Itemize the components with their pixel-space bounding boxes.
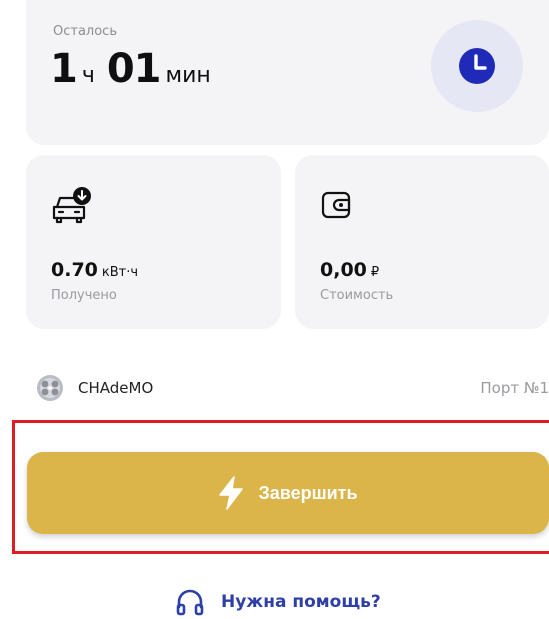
help-label: Нужна помощь? (221, 592, 381, 612)
connector-name: CHAdeMO (78, 379, 154, 397)
help-link[interactable]: Нужна помощь? (175, 588, 381, 616)
cost-value-row: 0,00 ₽ (320, 259, 379, 281)
wallet-icon (321, 191, 351, 219)
connector-row: CHAdeMO Порт №1 (36, 372, 549, 404)
hours-value: 1 (50, 46, 78, 92)
remaining-time-value: 1 ч 01 мин (50, 46, 211, 92)
connector-plug-icon (37, 375, 63, 401)
cost-card: 0,00 ₽ Стоимость (295, 155, 549, 329)
minutes-value: 01 (106, 46, 162, 92)
energy-unit: кВт·ч (101, 265, 139, 280)
energy-value: 0.70 (51, 259, 98, 281)
port-label: Порт №1 (480, 379, 549, 397)
hours-unit: ч (81, 63, 95, 88)
energy-label: Получено (51, 288, 117, 303)
remaining-label: Осталось (53, 24, 117, 39)
energy-value-row: 0.70 кВт·ч (51, 259, 138, 281)
clock-icon (459, 48, 495, 84)
lightning-icon (219, 476, 244, 510)
clock-icon-badge (431, 20, 523, 112)
finish-button-label: Завершить (258, 482, 358, 503)
charging-session-screen: Осталось 1 ч 01 мин 0.70 кВт·ч Получено … (0, 0, 549, 619)
headphones-icon (176, 589, 204, 616)
cost-value: 0,00 (320, 259, 367, 281)
car-charge-icon (52, 187, 91, 224)
minutes-unit: мин (165, 63, 211, 88)
cost-unit: ₽ (370, 265, 380, 280)
energy-card: 0.70 кВт·ч Получено (26, 155, 281, 329)
cost-label: Стоимость (320, 288, 394, 303)
finish-button[interactable]: Завершить (27, 452, 549, 534)
remaining-time-card: Осталось 1 ч 01 мин (26, 0, 549, 145)
